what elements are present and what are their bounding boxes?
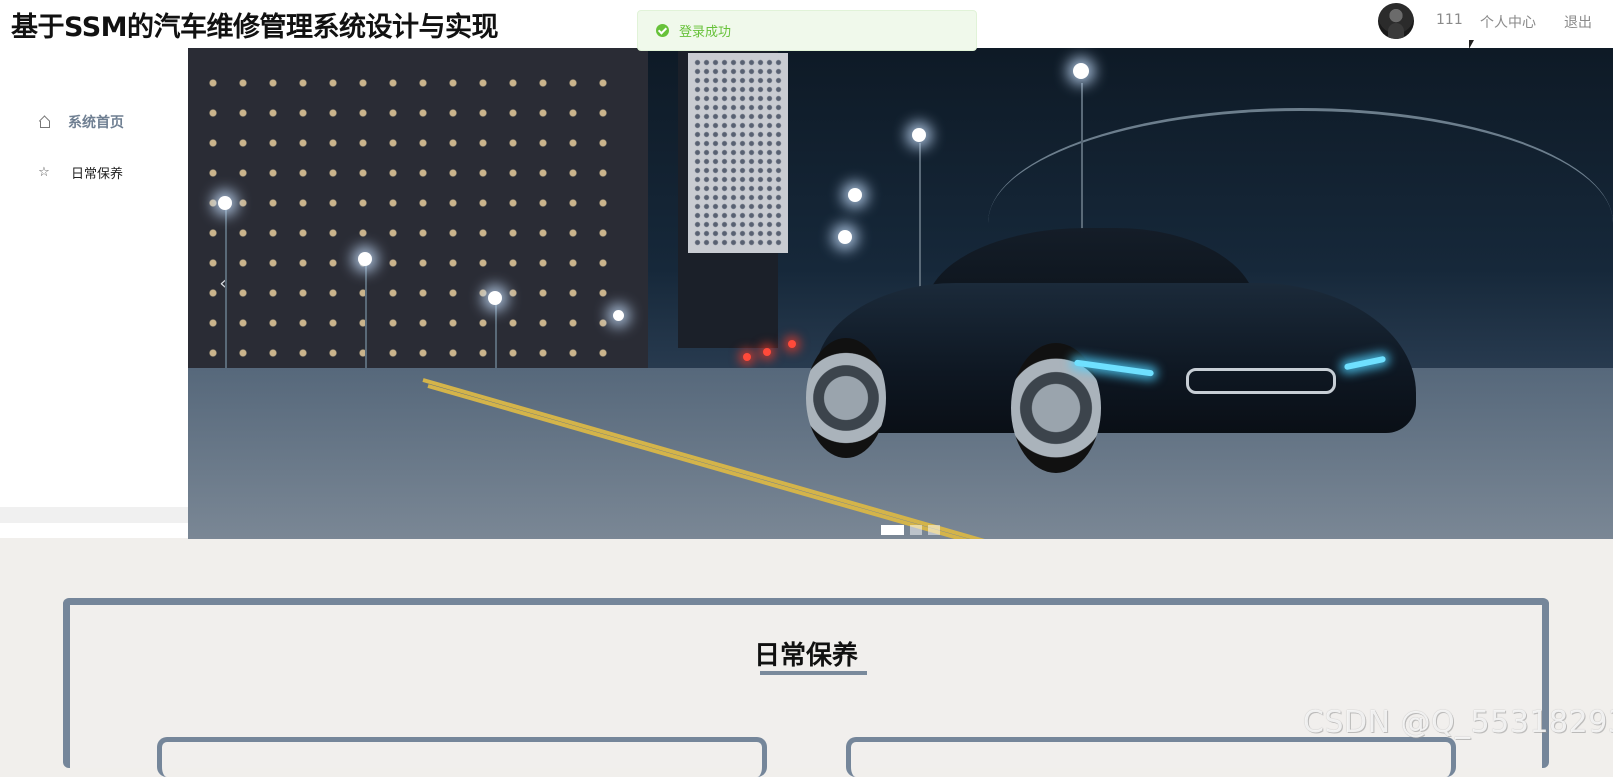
success-toast: 登录成功 <box>637 10 977 51</box>
user-avatar[interactable] <box>1378 3 1414 39</box>
home-icon <box>37 115 51 129</box>
mouse-cursor-icon <box>1469 40 1474 49</box>
carousel-indicators <box>881 525 940 535</box>
sidebar-item-label: 系统首页 <box>68 115 124 131</box>
daily-maintenance-section: 日常保养 <box>63 598 1549 777</box>
sidebar-item-label: 日常保养 <box>71 166 124 182</box>
carousel-indicator-1[interactable] <box>881 525 904 535</box>
app-title: 基于SSM的汽车维修管理系统设计与实现 <box>11 12 499 43</box>
star-icon: ☆ <box>38 164 50 180</box>
sidebar-item-daily-maintenance[interactable]: ☆ 日常保养 <box>0 152 188 192</box>
username-label: 111 <box>1436 12 1463 28</box>
section-title: 日常保养 <box>753 641 858 671</box>
carousel-prev-arrow-icon[interactable]: ‹ <box>213 273 233 294</box>
logout-link[interactable]: 退出 <box>1564 12 1592 32</box>
success-check-icon <box>656 24 669 37</box>
maintenance-card[interactable] <box>157 737 767 777</box>
section-title-underline <box>760 671 867 675</box>
carousel-indicator-2[interactable] <box>910 525 922 535</box>
banner-carousel[interactable]: ‹ <box>188 48 1613 539</box>
carousel-indicator-3[interactable] <box>928 525 940 535</box>
toast-message: 登录成功 <box>679 25 732 40</box>
sidebar-item-home[interactable]: 系统首页 <box>0 102 188 142</box>
personal-center-link[interactable]: 个人中心 <box>1480 12 1536 32</box>
sidebar-divider <box>0 507 188 523</box>
banner-car-image <box>806 228 1416 473</box>
sidebar: 系统首页 ☆ 日常保养 <box>0 48 188 538</box>
maintenance-card[interactable] <box>846 737 1456 777</box>
csdn-watermark: CSDN @Q_55318293 <box>1303 705 1613 740</box>
